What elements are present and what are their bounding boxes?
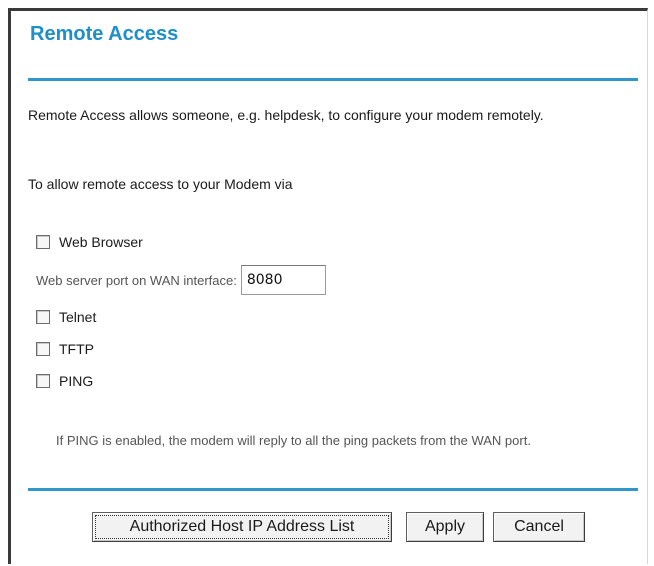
- web-server-port-label: Web server port on WAN interface:: [36, 272, 237, 288]
- web-browser-option[interactable]: Web Browser: [36, 233, 143, 251]
- ping-option[interactable]: PING: [36, 372, 93, 390]
- ping-help-note: If PING is enabled, the modem will reply…: [56, 433, 531, 448]
- ping-checkbox[interactable]: [36, 374, 50, 388]
- web-server-port-input[interactable]: [240, 265, 326, 295]
- web-browser-label: Web Browser: [59, 234, 143, 250]
- tftp-checkbox[interactable]: [36, 342, 50, 356]
- page-title: Remote Access: [30, 23, 179, 45]
- web-server-port-row: Web server port on WAN interface:: [36, 262, 326, 298]
- tftp-label: TFTP: [59, 341, 94, 357]
- telnet-option[interactable]: Telnet: [36, 308, 96, 326]
- footer-divider: [28, 488, 638, 491]
- cancel-button[interactable]: Cancel: [493, 512, 585, 542]
- ping-label: PING: [59, 373, 94, 389]
- header-divider: [28, 78, 638, 81]
- web-browser-checkbox[interactable]: [36, 235, 50, 249]
- page-description: Remote Access allows someone, e.g. helpd…: [28, 107, 544, 123]
- telnet-checkbox[interactable]: [36, 310, 50, 324]
- telnet-label: Telnet: [59, 309, 97, 325]
- remote-access-via-label: To allow remote access to your Modem via: [28, 176, 293, 192]
- apply-button[interactable]: Apply: [406, 512, 484, 542]
- authorized-host-list-button[interactable]: Authorized Host IP Address List: [92, 512, 392, 542]
- tftp-option[interactable]: TFTP: [36, 340, 94, 358]
